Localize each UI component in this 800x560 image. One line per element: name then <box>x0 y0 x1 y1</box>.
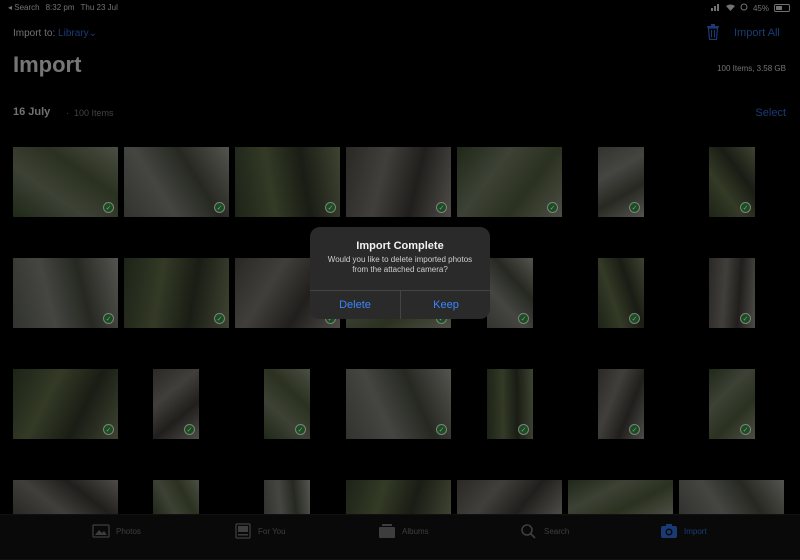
photos-icon <box>92 524 110 538</box>
tab-search-label: Search <box>544 526 570 536</box>
selected-check-icon: ✓ <box>103 424 114 435</box>
photo-thumbnail[interactable]: ✓ <box>709 369 755 439</box>
selected-check-icon: ✓ <box>436 424 447 435</box>
selected-check-icon: ✓ <box>629 313 640 324</box>
selected-check-icon: ✓ <box>436 202 447 213</box>
photo-thumbnail[interactable]: ✓ <box>487 369 533 439</box>
selected-check-icon: ✓ <box>103 202 114 213</box>
delete-button[interactable]: Delete <box>310 291 400 319</box>
alert-title: Import Complete <box>356 240 444 252</box>
photo-thumbnail[interactable]: ✓ <box>264 369 310 439</box>
selected-check-icon: ✓ <box>740 313 751 324</box>
albums-icon <box>379 524 395 538</box>
photo-thumbnail[interactable]: ✓ <box>124 147 229 217</box>
back-to-search-link[interactable]: ◂ Search <box>8 3 40 12</box>
trash-icon[interactable] <box>706 24 720 40</box>
status-time: 8:32 pm <box>45 3 75 12</box>
section-item-count: · 100 Items <box>66 108 114 118</box>
tab-photos-label: Photos <box>116 526 141 536</box>
photo-thumbnail[interactable]: ✓ <box>709 147 755 217</box>
chevron-down-icon: ⌄ <box>88 28 97 39</box>
tab-import[interactable]: Import <box>660 523 707 539</box>
search-icon <box>521 524 536 539</box>
selected-check-icon: ✓ <box>103 313 114 324</box>
selected-check-icon: ✓ <box>184 424 195 435</box>
photo-thumbnail[interactable] <box>568 480 673 514</box>
import-all-button[interactable]: Import All <box>734 27 780 39</box>
tab-import-label: Import <box>684 526 707 536</box>
selected-check-icon: ✓ <box>547 202 558 213</box>
photo-thumbnail[interactable]: ✓ <box>709 258 755 328</box>
camera-import-icon <box>661 524 677 538</box>
items-size-count: 100 Items, 3.58 GB <box>717 64 786 73</box>
tab-albums-label: Albums <box>402 526 429 536</box>
selected-check-icon: ✓ <box>214 202 225 213</box>
section-items-label: 100 Items <box>74 108 114 118</box>
selected-check-icon: ✓ <box>518 424 529 435</box>
tab-for-you[interactable]: For You <box>234 523 286 539</box>
import-to-selector[interactable]: Import to: Library⌄ <box>13 28 97 39</box>
photo-thumbnail[interactable]: ✓ <box>235 147 340 217</box>
selected-check-icon: ✓ <box>214 313 225 324</box>
selected-check-icon: ✓ <box>518 313 529 324</box>
wifi-icon <box>725 4 735 13</box>
selected-check-icon: ✓ <box>740 202 751 213</box>
photo-thumbnail[interactable]: ✓ <box>598 369 644 439</box>
photo-thumbnail[interactable]: ✓ <box>124 258 229 328</box>
tab-photos[interactable]: Photos <box>92 523 141 539</box>
import-complete-alert: Import Complete Would you like to delete… <box>310 227 490 319</box>
photo-thumbnail[interactable] <box>153 480 199 514</box>
photo-thumbnail[interactable]: ✓ <box>457 147 562 217</box>
photo-thumbnail[interactable] <box>346 480 451 514</box>
signal-icon <box>710 3 721 13</box>
tab-for-you-label: For You <box>258 526 286 536</box>
battery-icon <box>774 4 790 12</box>
selected-check-icon: ✓ <box>325 202 336 213</box>
selected-check-icon: ✓ <box>629 424 640 435</box>
section-separator: · <box>66 108 69 118</box>
tab-albums[interactable]: Albums <box>378 523 429 539</box>
section-date: 16 July <box>13 106 51 118</box>
photo-thumbnail[interactable] <box>264 480 310 514</box>
photo-thumbnail[interactable] <box>457 480 562 514</box>
photo-thumbnail[interactable]: ✓ <box>346 147 451 217</box>
photo-thumbnail[interactable]: ✓ <box>153 369 199 439</box>
keep-button[interactable]: Keep <box>401 291 490 319</box>
library-link[interactable]: Library <box>58 28 89 39</box>
photo-thumbnail[interactable]: ✓ <box>487 258 533 328</box>
photo-thumbnail[interactable]: ✓ <box>13 369 118 439</box>
photo-thumbnail[interactable] <box>679 480 784 514</box>
for-you-icon <box>235 523 251 539</box>
alert-message: Would you like to delete imported photos… <box>327 255 473 274</box>
import-to-label: Import to: <box>13 28 56 39</box>
tab-bar: Photos For You Albums Search Import <box>0 514 800 560</box>
page-title: Import <box>13 52 82 77</box>
select-button[interactable]: Select <box>755 107 786 119</box>
selected-check-icon: ✓ <box>629 202 640 213</box>
photo-thumbnail[interactable]: ✓ <box>598 147 644 217</box>
photo-thumbnail[interactable]: ✓ <box>13 147 118 217</box>
battery-percent: 45% <box>752 3 769 13</box>
selected-check-icon: ✓ <box>740 424 751 435</box>
photo-thumbnail[interactable]: ✓ <box>346 369 451 439</box>
tab-search[interactable]: Search <box>520 523 569 539</box>
photo-thumbnail[interactable]: ✓ <box>13 258 118 328</box>
photo-thumbnail[interactable] <box>13 480 118 514</box>
orientation-lock-icon <box>740 3 748 13</box>
selected-check-icon: ✓ <box>295 424 306 435</box>
photo-thumbnail[interactable]: ✓ <box>598 258 644 328</box>
status-date: Thu 23 Jul <box>80 3 118 12</box>
status-bar: ◂ Search 8:32 pm Thu 23 Jul 45% <box>0 0 800 16</box>
